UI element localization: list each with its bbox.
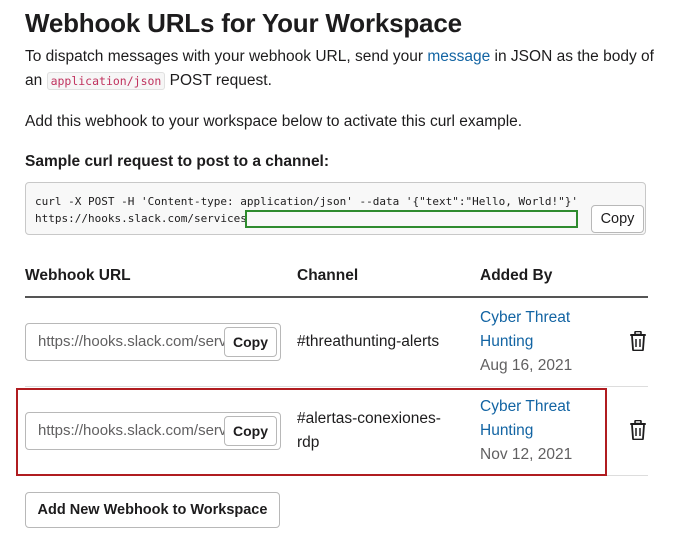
curl-label: Sample curl request to post to a channel… xyxy=(25,153,330,170)
intro-paragraph: To dispatch messages with your webhook U… xyxy=(25,45,655,93)
page-title: Webhook URLs for Your Workspace xyxy=(25,8,462,38)
add-new-webhook-button[interactable]: Add New Webhook to Workspace xyxy=(25,492,280,528)
copy-button[interactable]: Copy xyxy=(224,327,277,357)
intro-text: To dispatch messages with your webhook U… xyxy=(25,48,428,65)
activate-text: Add this webhook to your workspace below… xyxy=(25,113,523,130)
added-by-user-line1[interactable]: Cyber Threat xyxy=(480,306,600,330)
trash-icon[interactable] xyxy=(629,331,647,351)
curl-code-block: curl -X POST -H 'Content-type: applicati… xyxy=(25,182,646,235)
header-channel: Channel xyxy=(297,267,359,284)
header-divider xyxy=(25,296,648,298)
message-link[interactable]: message xyxy=(427,48,490,65)
curl-line-2: https://hooks.slack.com/services xyxy=(35,212,247,225)
row-divider xyxy=(25,386,648,387)
content-type-code: application/json xyxy=(46,72,166,90)
highlight-annotation-box xyxy=(16,388,607,476)
curl-line-1: curl -X POST -H 'Content-type: applicati… xyxy=(35,195,579,208)
redacted-url-box xyxy=(245,210,578,228)
added-by: Cyber Threat Hunting Aug 16, 2021 xyxy=(480,306,600,378)
intro-text-3: POST request. xyxy=(165,72,272,89)
header-added-by: Added By xyxy=(480,267,553,284)
header-webhook-url: Webhook URL xyxy=(25,267,131,284)
curl-copy-button[interactable]: Copy xyxy=(591,205,644,233)
channel-name-text: #threathunting-alerts xyxy=(297,333,440,350)
channel-name: #threathunting-alerts xyxy=(297,330,457,354)
webhook-url-field[interactable]: https://hooks.slack.com/services/ Copy xyxy=(25,323,281,361)
added-by-user-line2[interactable]: Hunting xyxy=(480,330,600,354)
trash-icon[interactable] xyxy=(629,420,647,440)
added-date: Aug 16, 2021 xyxy=(480,357,573,374)
